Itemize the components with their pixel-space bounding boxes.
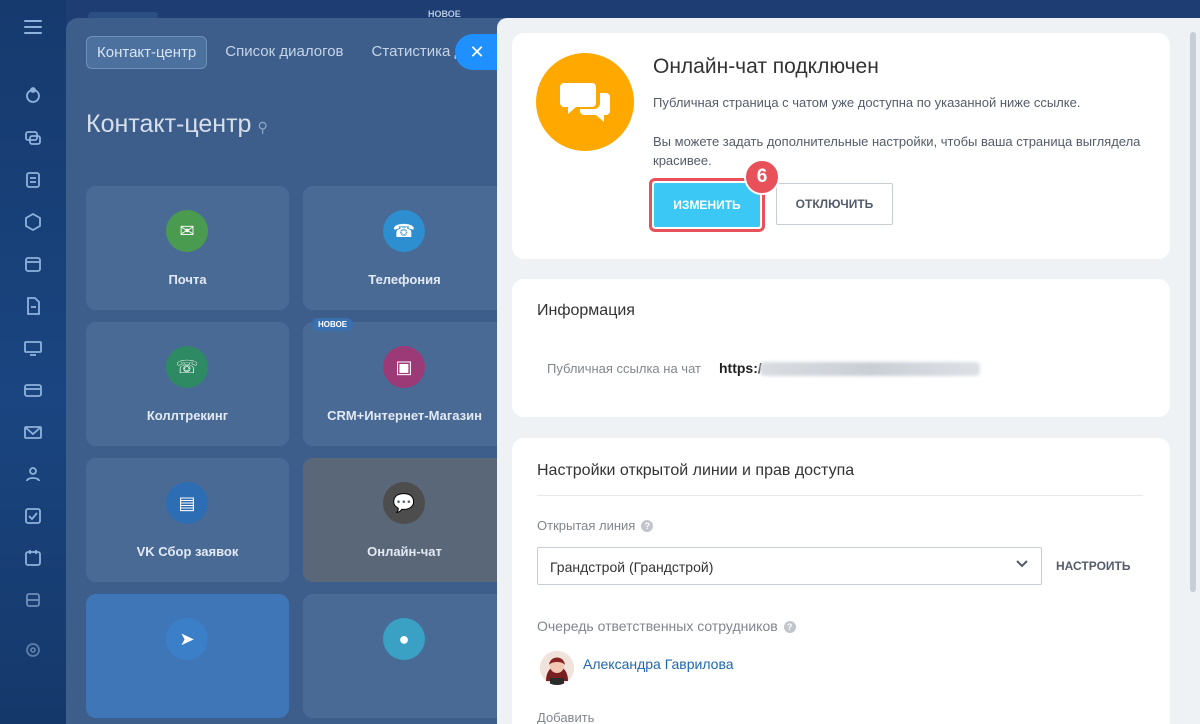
step-number-badge: 6 bbox=[744, 159, 780, 195]
tile-label: Онлайн-чат bbox=[367, 544, 442, 559]
monitor-icon[interactable] bbox=[23, 338, 43, 358]
mail-icon: ✉ bbox=[166, 210, 208, 252]
new-badge: НОВОЕ bbox=[312, 318, 354, 331]
public-link[interactable]: https:/ bbox=[719, 360, 762, 376]
tile-crm-shop[interactable]: ▣ CRM+Интернет-Магазин bbox=[303, 322, 506, 446]
phone-icon: ☎ bbox=[383, 210, 425, 252]
tile-online-chat[interactable]: 💬 Онлайн-чат bbox=[303, 458, 506, 582]
status-text: Публичная страница с чатом уже доступна … bbox=[653, 95, 1081, 110]
settings-title: Настройки открытой линии и прав доступа bbox=[537, 462, 855, 479]
users-icon[interactable] bbox=[23, 464, 43, 484]
burger-icon[interactable] bbox=[24, 20, 42, 34]
tile-calltracking[interactable]: ☏ Коллтрекинг bbox=[86, 322, 289, 446]
sync-icon[interactable] bbox=[23, 86, 43, 106]
tile-telephony[interactable]: ☎ Телефония bbox=[303, 186, 506, 310]
tile-label: Коллтрекинг bbox=[146, 408, 229, 423]
info-title: Информация bbox=[537, 302, 635, 319]
shield-icon[interactable] bbox=[23, 212, 43, 232]
settings-card: Настройки открытой линии и прав доступа … bbox=[512, 438, 1170, 724]
help-icon[interactable]: ? bbox=[783, 621, 796, 633]
tile-vk-leads[interactable]: ▤ VK Сбор заявок bbox=[86, 458, 289, 582]
planner-icon[interactable] bbox=[23, 548, 43, 568]
check-icon[interactable] bbox=[23, 506, 43, 526]
background-tabs: Контакт-центр Список диалогов Статистика… bbox=[86, 36, 482, 69]
tile-label: VK Сбор заявок bbox=[136, 544, 239, 559]
page-title: Контакт-центр ⚲ bbox=[86, 110, 268, 139]
blurred-link bbox=[760, 362, 980, 376]
setup-button[interactable]: НАСТРОИТЬ bbox=[1056, 559, 1131, 573]
open-line-value: Грандстрой (Грандстрой) bbox=[550, 559, 714, 575]
chat-icon[interactable] bbox=[23, 128, 43, 148]
close-button[interactable]: ✕ bbox=[455, 34, 499, 70]
add-link[interactable]: Добавить bbox=[537, 710, 594, 724]
status-title: Онлайн-чат подключен bbox=[653, 55, 879, 78]
calltracking-icon: ☏ bbox=[166, 346, 208, 388]
calendar-icon[interactable] bbox=[23, 254, 43, 274]
tile-label: CRM+Интернет-Магазин bbox=[327, 408, 482, 423]
open-line-select[interactable]: Грандстрой (Грандстрой) bbox=[537, 547, 1042, 585]
edit-button[interactable]: ИЗМЕНИТЬ bbox=[654, 183, 760, 227]
tasks-icon[interactable] bbox=[23, 170, 43, 190]
online-chat-slider: Онлайн-чат подключен Публичная страница … bbox=[497, 18, 1200, 724]
vk-form-icon: ▤ bbox=[166, 482, 208, 524]
scrollbar[interactable] bbox=[1190, 32, 1196, 592]
info-card: Информация Публичная ссылка на чат https… bbox=[512, 279, 1170, 417]
mail-icon[interactable] bbox=[23, 422, 43, 442]
card-icon[interactable] bbox=[23, 380, 43, 400]
help-icon[interactable]: ? bbox=[641, 520, 654, 532]
public-link-label: Публичная ссылка на чат bbox=[547, 361, 701, 376]
chat-bubbles-icon: 💬 bbox=[383, 482, 425, 524]
status-card: Онлайн-чат подключен Публичная страница … bbox=[512, 33, 1170, 259]
chevron-down-icon bbox=[1015, 556, 1029, 575]
tile-label: Телефония bbox=[368, 272, 441, 287]
left-sidebar bbox=[0, 0, 66, 724]
queue-label: Очередь ответственных сотрудников? bbox=[537, 618, 796, 634]
open-line-label: Открытая линия? bbox=[537, 518, 654, 533]
document-icon[interactable] bbox=[23, 296, 43, 316]
open-line-label-text: Открытая линия bbox=[537, 518, 636, 533]
divider bbox=[537, 495, 1143, 496]
messenger-icon: ● bbox=[383, 618, 425, 660]
page-title-text: Контакт-центр bbox=[86, 110, 252, 138]
responsible-person[interactable]: Александра Гаврилова bbox=[583, 656, 734, 672]
settings-icon[interactable] bbox=[23, 640, 43, 660]
contact-center-background: Контакт-центр Список диалогов Статистика… bbox=[66, 18, 506, 724]
tab-dialog-list[interactable]: Список диалогов bbox=[215, 36, 353, 69]
tile-label: Почта bbox=[168, 272, 207, 287]
status-hint: Вы можете задать дополнительные настройк… bbox=[653, 134, 1141, 168]
shop-icon: ▣ bbox=[383, 346, 425, 388]
online-chat-icon bbox=[536, 53, 634, 151]
tile-telegram[interactable]: ➤ bbox=[86, 594, 289, 718]
tile-messenger[interactable]: ● bbox=[303, 594, 506, 718]
tab-contact-center[interactable]: Контакт-центр bbox=[86, 36, 208, 69]
queue-label-text: Очередь ответственных сотрудников bbox=[537, 618, 778, 634]
telegram-icon: ➤ bbox=[166, 618, 208, 660]
tile-mail[interactable]: ✉ Почта bbox=[86, 186, 289, 310]
storage-icon[interactable] bbox=[23, 590, 43, 610]
pin-icon[interactable]: ⚲ bbox=[257, 119, 267, 135]
avatar bbox=[540, 651, 574, 685]
disable-button[interactable]: ОТКЛЮЧИТЬ bbox=[776, 183, 893, 225]
